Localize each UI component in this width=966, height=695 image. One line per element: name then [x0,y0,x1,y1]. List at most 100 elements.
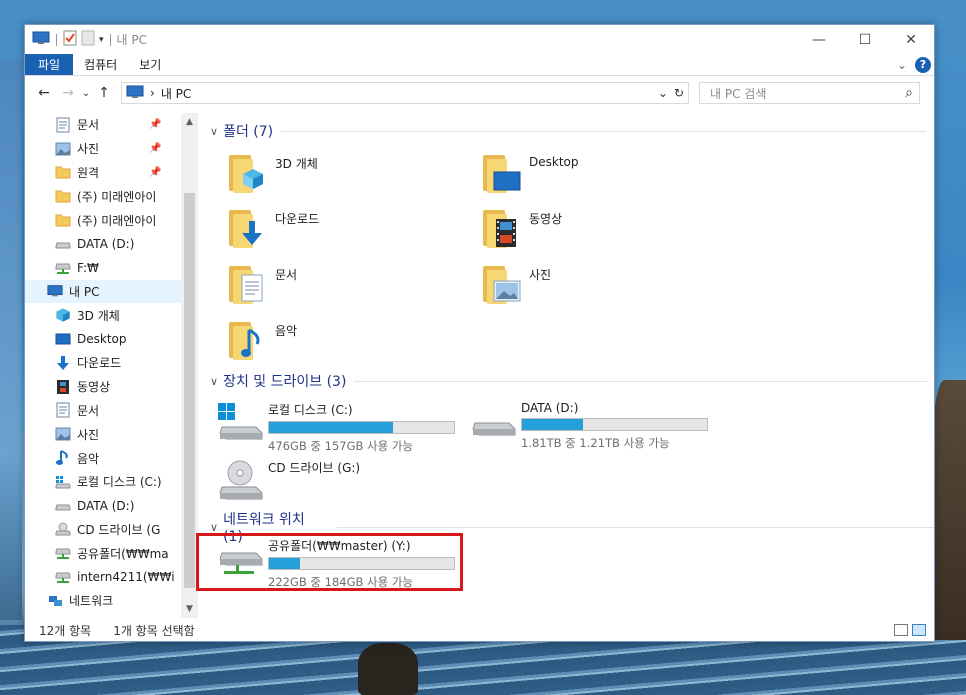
back-button[interactable]: ← [35,85,53,101]
collapse-chevron-icon[interactable]: ∨ [210,125,218,138]
tab-file[interactable]: 파일 [25,54,74,75]
expand-ribbon-icon[interactable]: ⌄ [897,58,907,72]
sidebar-item[interactable]: 음악 [25,446,181,470]
desktop-rock [930,380,966,640]
folder-label: 음악 [275,324,298,338]
drive-g[interactable]: CD 드라이브 (G:) [216,459,361,500]
folder-desktop[interactable]: Desktop [483,151,579,195]
sidebar-item[interactable]: F:₩ [25,256,181,280]
network-icon [47,593,63,609]
large-icons-view-icon[interactable] [912,624,926,636]
refresh-icon[interactable]: ↻ [674,86,684,100]
sidebar-item[interactable]: 내 PC [25,279,181,304]
folder-videos[interactable]: 동영상 [483,206,562,250]
sidebar-item[interactable]: intern4211(₩₩i [25,565,181,589]
folder-label: Desktop [529,155,579,169]
group-header-devices[interactable]: ∨ 장치 및 드라이브 (3) [210,371,928,391]
folder-downloads[interactable]: 다운로드 [229,206,319,250]
usage-bar-fill [522,419,584,430]
sidebar-item-label: (주) 미래엔아이 [77,213,157,228]
drive-name: CD 드라이브 (G:) [268,461,361,475]
sidebar-item-label: 네트워크 [69,594,114,609]
title-bar: ▾ 내 PC — ☐ ✕ [25,25,934,54]
picture-icon [55,141,71,157]
customize-toolbar-icon[interactable]: ▾ [99,35,104,45]
group-header-folders[interactable]: ∨ 폴더 (7) [210,121,927,141]
desktop-folder-icon [483,151,523,195]
collapse-chevron-icon[interactable]: ∨ [210,521,218,534]
properties-icon[interactable] [63,30,77,49]
tab-computer[interactable]: 컴퓨터 [73,54,128,75]
sidebar-item[interactable]: 공유폴더(₩₩ma [25,541,181,565]
sidebar-item-label: 내 PC [69,284,100,299]
folder-pictures[interactable]: 사진 [483,262,551,306]
sidebar-item-label: F:₩ [77,260,99,275]
recent-locations-button[interactable]: ⌄ [77,88,95,99]
drive-name: DATA (D:) [521,401,579,415]
sidebar-item[interactable]: 로컬 디스크 (C:) [25,470,181,494]
forward-button[interactable]: → [59,85,77,101]
search-icon[interactable]: ⌕ [905,85,913,101]
sidebar-item-label: 사진 [77,142,100,157]
address-bar[interactable]: › 내 PC ⌄ ↻ [121,82,689,104]
desktop-runner [358,643,418,695]
close-button[interactable]: ✕ [888,25,934,54]
folder-music[interactable]: 음악 [229,318,297,362]
breadcrumb-location[interactable]: 내 PC [161,85,191,102]
pin-icon[interactable]: 📌 [149,119,161,130]
breadcrumb-separator[interactable]: › [150,86,155,100]
collapse-chevron-icon[interactable]: ∨ [210,375,218,388]
minimize-button[interactable]: — [796,25,842,54]
maximize-button[interactable]: ☐ [842,25,888,54]
folder-3d-objects[interactable]: 3D 개체 [229,151,318,195]
scroll-up-icon[interactable]: ▲ [181,117,198,127]
explorer-window: ▾ 내 PC — ☐ ✕ 파일 컴퓨터 보기 ⌄ ? ← → ⌄ ↑ › 내 P… [24,24,935,642]
folder-documents[interactable]: 문서 [229,262,297,306]
help-icon[interactable]: ? [915,56,931,73]
sidebar-item[interactable]: 동영상 [25,375,181,399]
sidebar-item[interactable]: 문서 [25,399,181,423]
sidebar-item[interactable]: DATA (D:) [25,232,181,256]
scroll-thumb[interactable] [184,193,195,588]
sidebar-item[interactable]: 사진 [25,422,181,446]
sidebar-item-label: 동영상 [77,380,111,395]
sidebar-item[interactable]: 다운로드 [25,351,181,375]
sidebar-item[interactable]: 사진 📌 [25,137,181,161]
up-button[interactable]: ↑ [95,85,113,101]
sidebar-item-label: 문서 [77,118,100,133]
new-folder-icon[interactable] [81,30,95,49]
pc-icon[interactable] [32,31,50,48]
tab-view[interactable]: 보기 [128,54,172,75]
address-dropdown-icon[interactable]: ⌄ [658,86,668,100]
pin-icon[interactable]: 📌 [149,143,161,154]
drive-d[interactable]: DATA (D:) 1.81TB 중 1.21TB 사용 가능 [469,401,708,451]
pin-icon[interactable]: 📌 [149,167,161,178]
sidebar-item[interactable]: Desktop [25,327,181,351]
scroll-down-icon[interactable]: ▼ [181,604,198,614]
usage-bar [268,421,455,434]
sidebar-item[interactable]: (주) 미래엔아이 [25,184,181,208]
usage-bar-fill [269,422,393,433]
video-icon [55,379,71,395]
drive-free-space: 476GB 중 157GB 사용 가능 [268,439,414,453]
music-icon [55,450,71,466]
search-input[interactable]: 내 PC 검색 ⌕ [699,82,920,104]
sidebar-item[interactable]: 3D 개체 [25,303,181,327]
sidebar-item-label: DATA (D:) [77,498,135,513]
sidebar-item[interactable]: 네트워크 [25,589,181,613]
picture-icon [55,426,71,442]
folder-label: 동영상 [529,212,563,226]
cd-drive-icon [55,521,71,537]
sidebar-item[interactable]: 문서 📌 [25,113,181,137]
sidebar-item[interactable]: 원격 📌 [25,161,181,185]
drive-c[interactable]: 로컬 디스크 (C:) 476GB 중 157GB 사용 가능 [216,401,455,454]
sidebar-item[interactable]: DATA (D:) [25,494,181,518]
cd-drive-icon [216,459,266,500]
navigation-pane: 문서 📌 사진 📌 원격 📌 (주) 미래엔아이 (주) 미래엔아이 DATA (D:) F:₩ 내… [25,113,181,618]
sidebar-item[interactable]: (주) 미래엔아이 [25,208,181,232]
drive-icon [55,498,71,514]
desktop-sky-left [0,60,22,620]
sidebar-item[interactable]: CD 드라이브 (G [25,518,181,542]
details-view-icon[interactable] [894,624,908,636]
toolbar-separator [56,33,57,46]
